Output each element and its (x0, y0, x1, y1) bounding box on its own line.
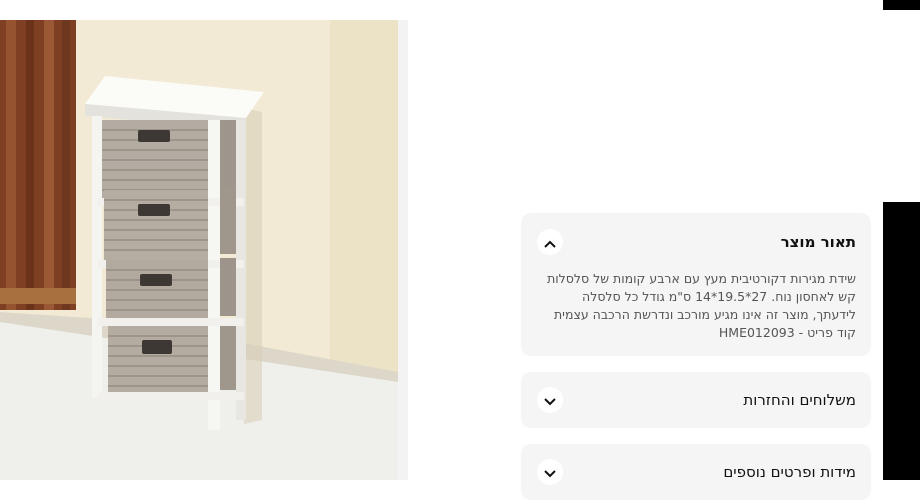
accordion-shipping-title[interactable]: משלוחים והחזרות (743, 391, 856, 409)
black-bar-right (883, 202, 920, 480)
accordion-dimensions-title[interactable]: מידות ופרטים נוספים (723, 463, 856, 481)
chevron-down-icon (544, 391, 556, 410)
chevron-down-icon (544, 463, 556, 482)
accordion-shipping[interactable]: משלוחים והחזרות (521, 372, 871, 428)
accordion-shipping-toggle[interactable] (537, 387, 563, 413)
accordion-dimensions[interactable]: מידות ופרטים נוספים (521, 444, 871, 500)
accordion-dimensions-toggle[interactable] (537, 459, 563, 485)
accordion-description-body: שידת מגירות דקורטיבית מעץ עם ארבע קומות … (538, 270, 856, 342)
accordion-description-title[interactable]: תאור מוצר (781, 233, 856, 251)
accordion-description[interactable]: תאור מוצר שידת מגירות דקורטיבית מעץ עם א… (521, 213, 871, 356)
image-divider (398, 20, 408, 480)
black-bar-top (883, 0, 920, 10)
product-image[interactable] (0, 20, 398, 480)
product-description-text: שידת מגירות דקורטיבית מעץ עם ארבע קומות … (547, 271, 856, 322)
chevron-up-icon (544, 233, 556, 252)
accordion-description-toggle[interactable] (537, 229, 563, 255)
product-sku: קוד פריט - HME012093 (718, 325, 856, 340)
